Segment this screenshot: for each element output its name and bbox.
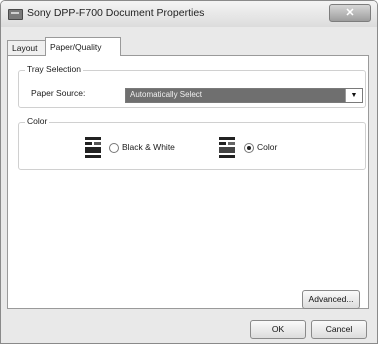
black-white-icon [85,137,101,159]
color-group-label: Color [25,116,50,126]
window-title: Sony DPP-F700 Document Properties [27,7,205,19]
paper-source-value: Automatically Select [130,90,203,99]
color-group: Color Black & White Color [18,116,366,170]
color-radio[interactable] [244,143,254,153]
tray-selection-group: Tray Selection Paper Source: Automatical… [18,64,366,108]
document-properties-window: Sony DPP-F700 Document Properties ✕ Layo… [0,0,378,344]
black-white-radio[interactable] [109,143,119,153]
title-bar[interactable]: Sony DPP-F700 Document Properties ✕ [1,1,377,27]
tray-selection-label: Tray Selection [25,64,84,74]
tab-layout[interactable]: Layout [7,40,50,56]
ok-button[interactable]: OK [250,320,306,339]
close-icon: ✕ [345,7,355,19]
color-icon [219,137,235,159]
close-button[interactable]: ✕ [329,4,371,22]
color-label: Color [257,142,278,152]
printer-icon [8,9,23,20]
paper-source-select[interactable]: Automatically Select ▼ [125,88,363,103]
tab-paper-quality[interactable]: Paper/Quality [45,37,121,56]
tab-bar: Layout Paper/Quality [7,36,371,56]
tab-panel: Tray Selection Paper Source: Automatical… [7,55,369,309]
cancel-button[interactable]: Cancel [311,320,367,339]
chevron-down-icon[interactable]: ▼ [345,89,362,102]
black-white-label: Black & White [122,142,175,152]
paper-source-label: Paper Source: [31,88,86,98]
advanced-button[interactable]: Advanced... [302,290,360,309]
